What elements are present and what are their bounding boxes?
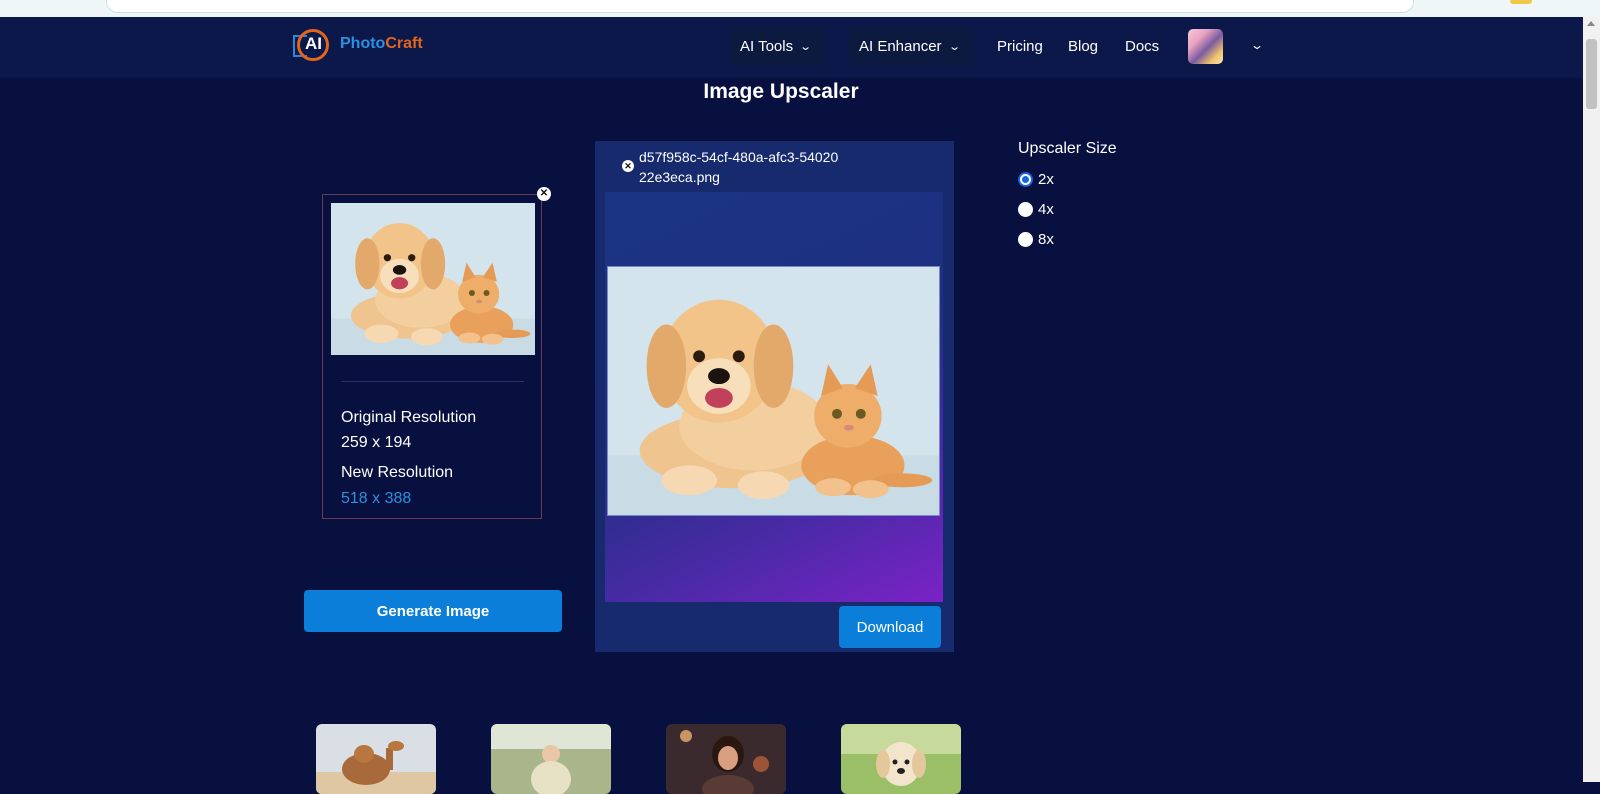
nav-link-pricing[interactable]: Pricing bbox=[997, 38, 1043, 55]
card-divider bbox=[341, 381, 524, 382]
user-avatar[interactable] bbox=[1188, 29, 1223, 64]
upscaler-option-8x[interactable]: 8x bbox=[1018, 224, 1117, 254]
sample-thumbnail-puppy[interactable] bbox=[841, 724, 961, 794]
address-bar[interactable] bbox=[106, 0, 1414, 13]
upscaler-size-group: Upscaler Size 2x 4x 8x bbox=[1018, 140, 1117, 254]
ai-tools-dropdown[interactable]: AI Tools ⌄ bbox=[730, 28, 824, 65]
original-image-card: Original Resolution 259 x 194 New Resolu… bbox=[322, 194, 542, 519]
result-file-name: d57f958c-54cf-480a-afc3-5402022e3eca.png bbox=[639, 149, 839, 185]
chevron-down-icon: ⌄ bbox=[799, 41, 813, 53]
nav-link-docs[interactable]: Docs bbox=[1125, 38, 1159, 55]
upscaler-option-label: 8x bbox=[1038, 230, 1054, 248]
original-resolution-label: Original Resolution bbox=[341, 409, 477, 426]
upscaler-option-4x[interactable]: 4x bbox=[1018, 194, 1117, 224]
upscaled-image-preview bbox=[607, 266, 940, 516]
logo-wordmark: PhotoCraft bbox=[340, 35, 423, 52]
ai-enhancer-dropdown[interactable]: AI Enhancer ⌄ bbox=[849, 28, 972, 65]
top-navbar: AI PhotoCraft AI Tools ⌄ AI Enhancer ⌄ P… bbox=[0, 17, 1583, 78]
photocraft-logo[interactable]: AI PhotoCraft bbox=[293, 27, 433, 65]
upscaler-option-2x[interactable]: 2x bbox=[1018, 164, 1117, 194]
remove-image-close-icon[interactable]: ✕ bbox=[537, 187, 551, 201]
upscaler-option-label: 2x bbox=[1038, 170, 1054, 188]
result-panel: ✕ d57f958c-54cf-480a-afc3-5402022e3eca.p… bbox=[595, 141, 954, 652]
logo-ai-text: AI bbox=[305, 34, 322, 53]
camel-image bbox=[316, 724, 436, 794]
ai-tools-label: AI Tools bbox=[740, 38, 794, 55]
nav-link-blog[interactable]: Blog bbox=[1068, 38, 1098, 55]
radio-unchecked-icon[interactable] bbox=[1018, 201, 1033, 217]
page-scrollbar[interactable] bbox=[1583, 17, 1600, 782]
radio-unchecked-icon[interactable] bbox=[1018, 231, 1033, 247]
remove-file-close-icon[interactable]: ✕ bbox=[622, 160, 634, 172]
upscaler-size-title: Upscaler Size bbox=[1018, 140, 1117, 157]
generate-image-button[interactable]: Generate Image bbox=[304, 590, 562, 632]
puppy-image bbox=[841, 724, 961, 794]
child-image bbox=[491, 724, 611, 794]
extension-icon[interactable] bbox=[1510, 0, 1532, 4]
sample-thumbnail-camel[interactable] bbox=[316, 724, 436, 794]
profile-chevron-down-icon[interactable]: ⌄ bbox=[1250, 38, 1264, 52]
new-resolution-label: New Resolution bbox=[341, 464, 454, 481]
scrollbar-thumb[interactable] bbox=[1586, 39, 1597, 109]
original-resolution-value: 259 x 194 bbox=[341, 434, 412, 451]
download-button[interactable]: Download bbox=[839, 606, 941, 648]
scroll-up-arrow-icon[interactable] bbox=[1587, 21, 1595, 26]
original-image-preview bbox=[331, 203, 535, 355]
result-preview-area bbox=[605, 192, 943, 602]
sample-thumbnail-child[interactable] bbox=[491, 724, 611, 794]
upscaler-option-label: 4x bbox=[1038, 200, 1054, 218]
new-resolution-value: 518 x 388 bbox=[341, 490, 412, 507]
portrait-image bbox=[666, 724, 786, 794]
page-title: Image Upscaler bbox=[703, 80, 859, 103]
sample-thumbnail-portrait[interactable] bbox=[666, 724, 786, 794]
browser-address-area bbox=[0, 0, 1600, 17]
radio-checked-icon[interactable] bbox=[1018, 171, 1033, 187]
chevron-down-icon: ⌄ bbox=[947, 41, 961, 53]
ai-enhancer-label: AI Enhancer bbox=[859, 38, 942, 55]
